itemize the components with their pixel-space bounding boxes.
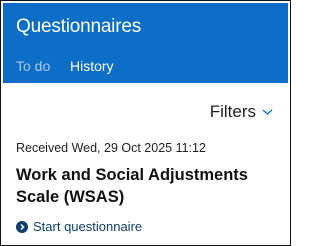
chevron-down-icon bbox=[262, 109, 273, 115]
screenshot-frame: Questionnaires To do History Filters Rec… bbox=[0, 0, 291, 246]
start-questionnaire-link[interactable]: Start questionnaire bbox=[16, 219, 142, 234]
app-screen: Questionnaires To do History Filters Rec… bbox=[3, 3, 288, 243]
tab-to-do[interactable]: To do bbox=[16, 58, 50, 74]
received-date: Received Wed, 29 Oct 2025 11:12 bbox=[16, 141, 206, 155]
questionnaire-title: Work and Social Adjustments Scale (WSAS) bbox=[16, 166, 248, 206]
start-questionnaire-label: Start questionnaire bbox=[33, 219, 143, 234]
tab-history[interactable]: History bbox=[70, 58, 114, 74]
arrow-circle-right-icon bbox=[16, 220, 28, 233]
tab-bar: To do History bbox=[3, 50, 288, 83]
app-header: Questionnaires bbox=[3, 3, 288, 50]
page-title: Questionnaires bbox=[16, 16, 141, 37]
filters-label: Filters bbox=[209, 102, 256, 121]
filters-button[interactable]: Filters bbox=[209, 102, 273, 122]
